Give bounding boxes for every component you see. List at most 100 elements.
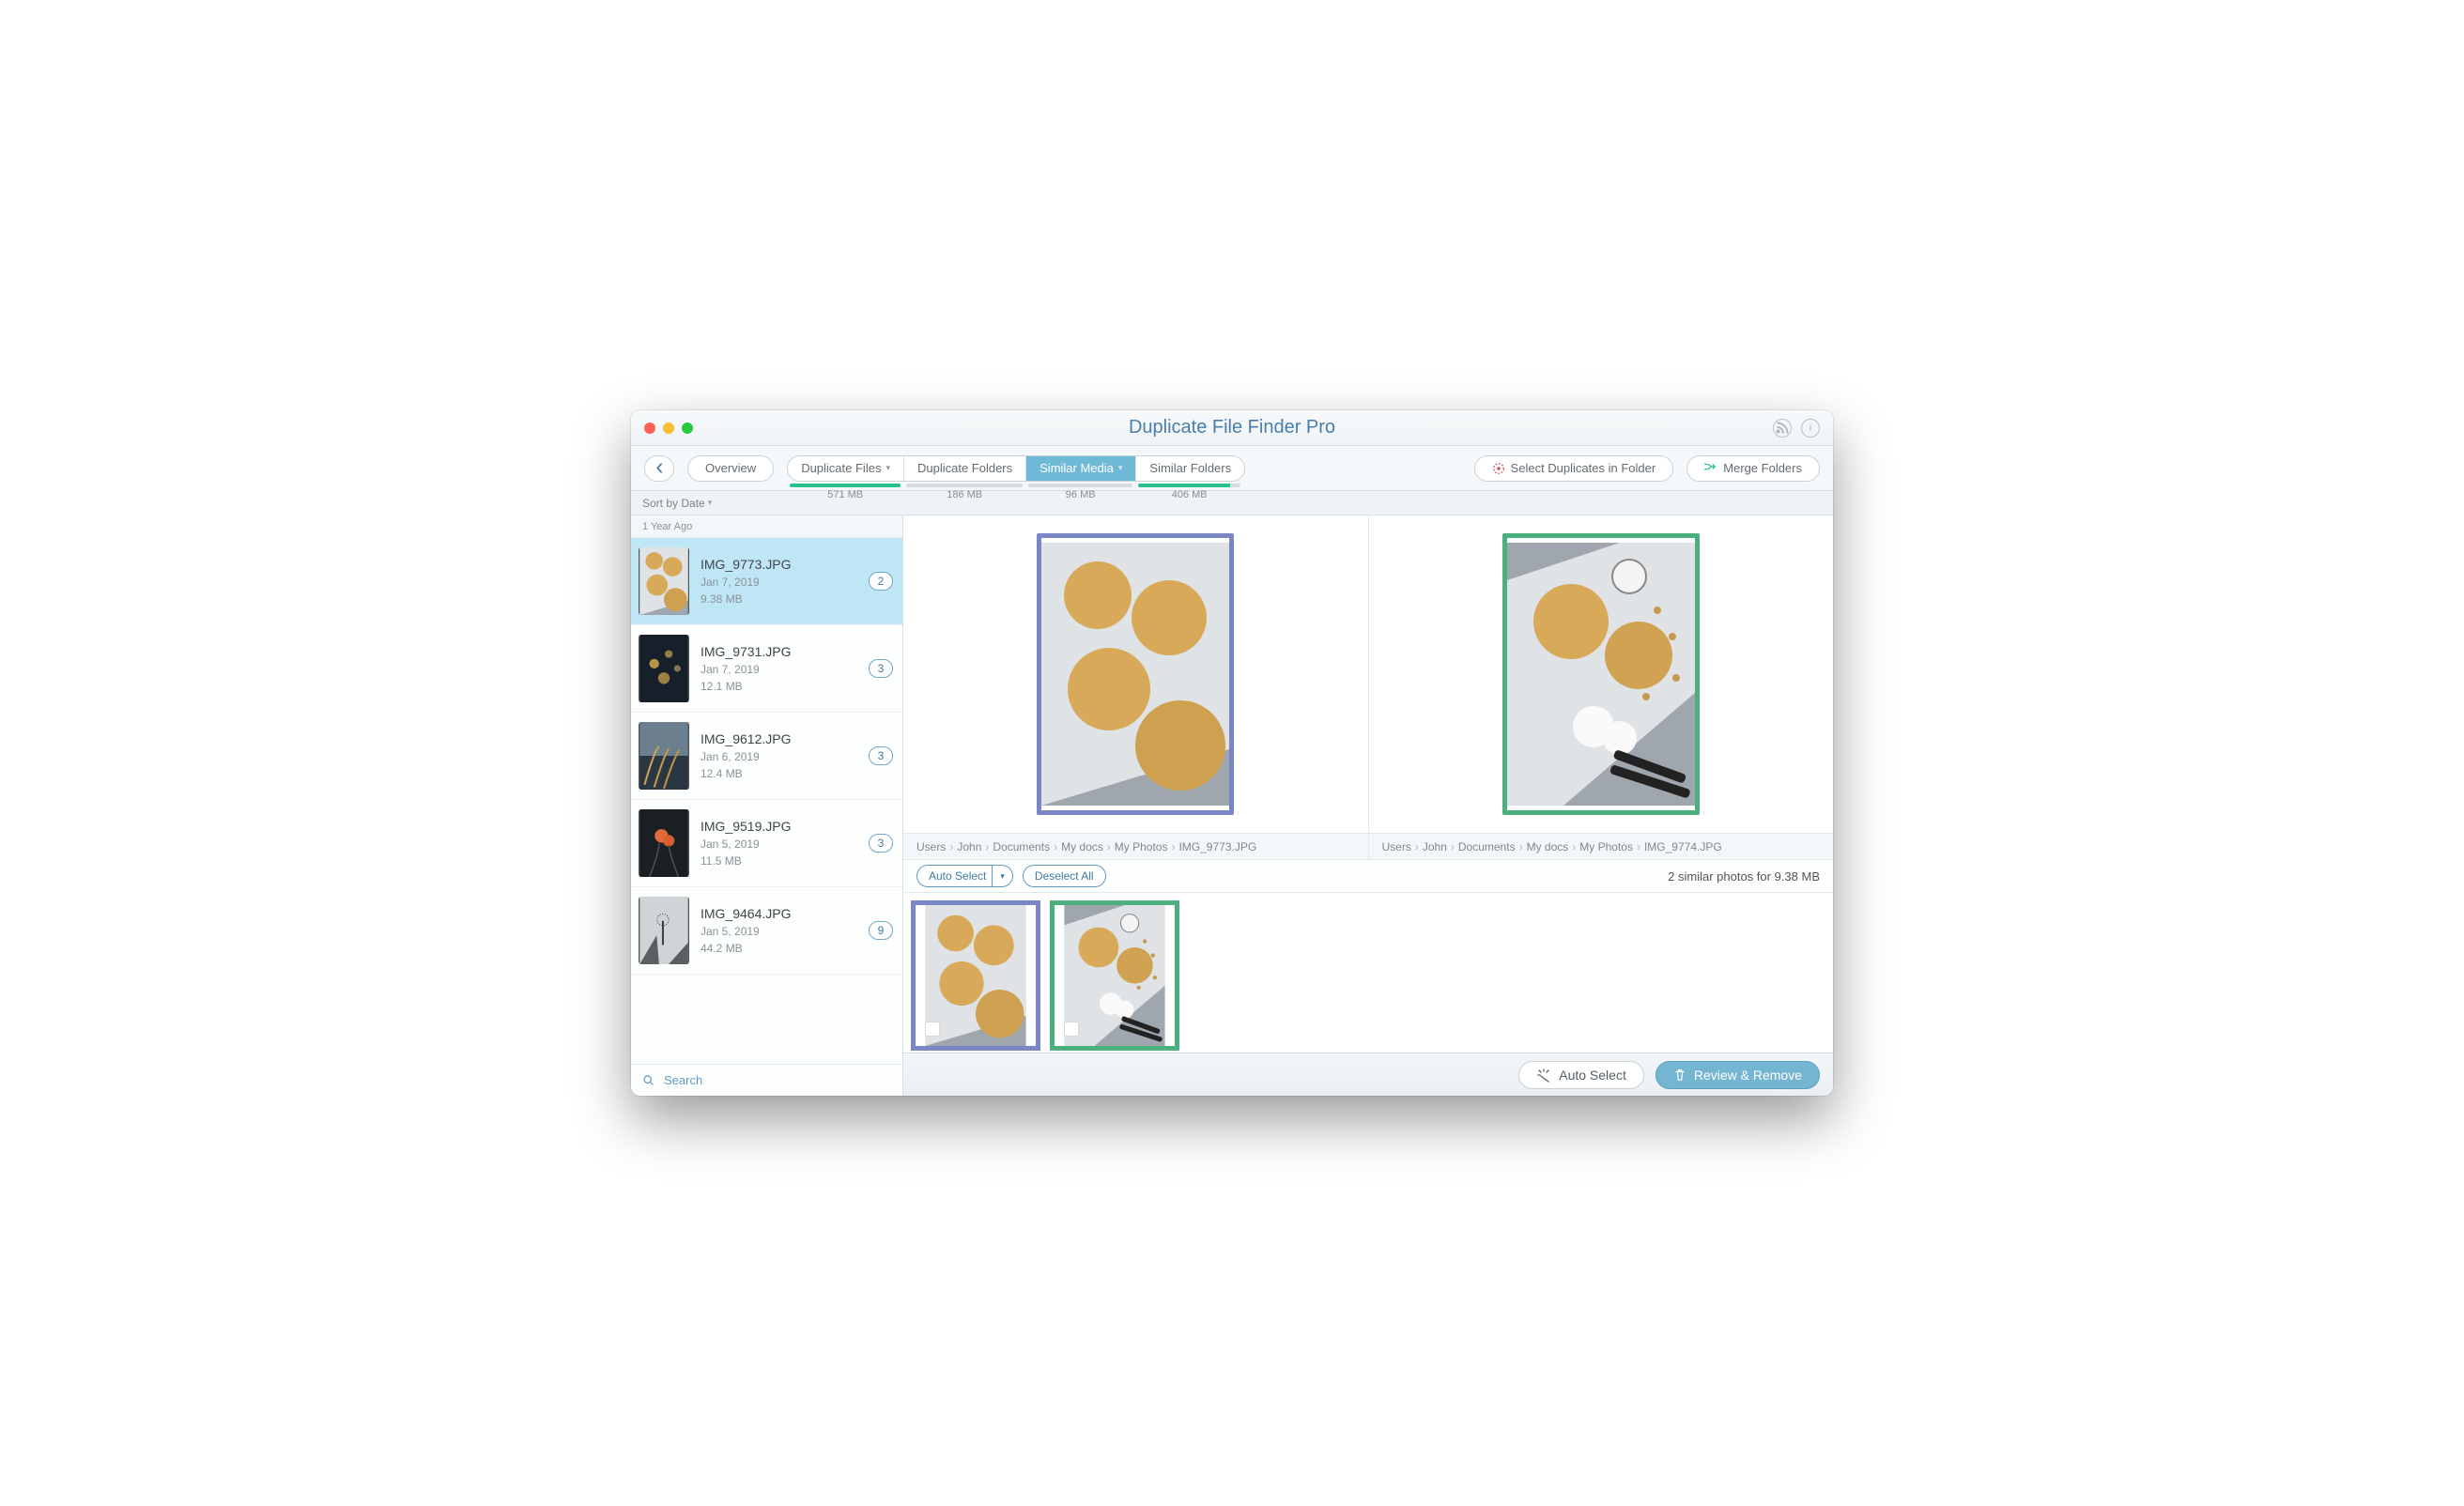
file-size: 9.38 MB xyxy=(701,592,857,606)
strip-thumb-1[interactable] xyxy=(911,900,1040,1051)
sidebar-thumb xyxy=(639,809,689,877)
crumb[interactable]: My Photos xyxy=(1579,840,1633,853)
segment-duplicate-files[interactable]: Duplicate Files▾ xyxy=(788,456,904,481)
auto-select-detail-label: Auto Select xyxy=(929,869,986,883)
info-icon[interactable]: i xyxy=(1801,419,1820,438)
duplicate-count-badge: 3 xyxy=(869,746,893,765)
rss-icon[interactable] xyxy=(1773,419,1792,438)
segment-size-0: 571 MB xyxy=(787,484,903,500)
app-window: Duplicate File Finder Pro i Overview Dup… xyxy=(631,410,1833,1096)
segment-similar-media[interactable]: Similar Media▾ xyxy=(1026,456,1136,481)
sidebar-item-1[interactable]: IMG_9731.JPG Jan 7, 2019 12.1 MB 3 xyxy=(631,625,902,713)
preview-pane-right: Users›John›Documents›My docs›My Photos›I… xyxy=(1369,515,1834,859)
file-date: Jan 6, 2019 xyxy=(701,750,857,763)
preview-row: Users›John›Documents›My docs›My Photos›I… xyxy=(903,515,1833,859)
file-size: 12.4 MB xyxy=(701,767,857,780)
chevron-down-icon: ▾ xyxy=(1118,463,1123,473)
auto-select-footer-label: Auto Select xyxy=(1559,1068,1626,1083)
segment-size-2: 96 MB xyxy=(1025,484,1135,500)
breadcrumb-right[interactable]: Users›John›Documents›My docs›My Photos›I… xyxy=(1369,833,1834,859)
select-duplicates-in-folder-button[interactable]: Select Duplicates in Folder xyxy=(1474,455,1674,482)
select-duplicates-label: Select Duplicates in Folder xyxy=(1511,461,1656,475)
similar-summary-label: 2 similar photos for 9.38 MB xyxy=(1668,869,1820,884)
auto-select-detail-button[interactable]: Auto Select ▾ xyxy=(916,865,1013,887)
review-remove-button[interactable]: Review & Remove xyxy=(1656,1061,1820,1089)
crumb[interactable]: My docs xyxy=(1061,840,1103,853)
sort-label: Sort by Date xyxy=(642,497,705,510)
sidebar: 1 Year Ago IMG_9773.JPG Jan 7, 2019 9.38 M… xyxy=(631,515,903,1096)
search-row[interactable]: Search xyxy=(631,1064,902,1096)
strip-thumb-2-checkbox[interactable] xyxy=(1064,1022,1079,1037)
segment-duplicate-folders[interactable]: Duplicate Folders xyxy=(904,456,1026,481)
back-button[interactable] xyxy=(644,455,674,482)
review-remove-label: Review & Remove xyxy=(1694,1068,1802,1083)
title-bar: Duplicate File Finder Pro i xyxy=(631,410,1833,446)
file-size: 12.1 MB xyxy=(701,680,857,693)
segment-size-3: 406 MB xyxy=(1135,484,1243,500)
duplicate-count-badge: 2 xyxy=(869,572,893,591)
sidebar-thumb xyxy=(639,547,689,615)
auto-select-dropdown[interactable]: ▾ xyxy=(992,866,1012,886)
file-date: Jan 7, 2019 xyxy=(701,663,857,676)
overview-button[interactable]: Overview xyxy=(687,455,774,482)
sidebar-thumb xyxy=(639,635,689,702)
thumbnail-strip xyxy=(903,893,1833,1053)
file-date: Jan 7, 2019 xyxy=(701,576,857,589)
crumb[interactable]: Documents xyxy=(1458,840,1516,853)
preview-image-right[interactable] xyxy=(1502,533,1700,815)
file-name: IMG_9464.JPG xyxy=(701,906,857,921)
file-name: IMG_9612.JPG xyxy=(701,731,857,746)
file-name: IMG_9731.JPG xyxy=(701,644,857,659)
search-label: Search xyxy=(664,1073,702,1087)
crumb[interactable]: My docs xyxy=(1527,840,1569,853)
crumb[interactable]: IMG_9773.JPG xyxy=(1178,840,1256,853)
strip-thumb-2[interactable] xyxy=(1050,900,1179,1051)
sidebar-thumb xyxy=(639,722,689,790)
duplicate-count-badge: 9 xyxy=(869,921,893,940)
crumb[interactable]: John xyxy=(957,840,981,853)
main-panel: Users›John›Documents›My docs›My Photos›I… xyxy=(903,515,1833,1096)
duplicate-count-badge: 3 xyxy=(869,659,893,678)
file-date: Jan 5, 2019 xyxy=(701,925,857,938)
sidebar-section-header: 1 Year Ago xyxy=(631,515,902,538)
auto-select-footer-button[interactable]: Auto Select xyxy=(1518,1061,1644,1089)
sidebar-item-4[interactable]: IMG_9464.JPG Jan 5, 2019 44.2 MB 9 xyxy=(631,887,902,975)
sidebar-item-3[interactable]: IMG_9519.JPG Jan 5, 2019 11.5 MB 3 xyxy=(631,800,902,887)
sidebar-list: IMG_9773.JPG Jan 7, 2019 9.38 MB 2 IMG_9731.… xyxy=(631,538,902,1064)
preview-image-left[interactable] xyxy=(1037,533,1234,815)
file-size: 11.5 MB xyxy=(701,854,857,868)
toolbar: Overview Duplicate Files▾Duplicate Folde… xyxy=(631,446,1833,491)
merge-folders-label: Merge Folders xyxy=(1723,461,1802,475)
crumb[interactable]: Users xyxy=(1382,840,1411,853)
deselect-all-button[interactable]: Deselect All xyxy=(1023,865,1106,887)
sidebar-item-2[interactable]: IMG_9612.JPG Jan 6, 2019 12.4 MB 3 xyxy=(631,713,902,800)
file-size: 44.2 MB xyxy=(701,942,857,955)
sidebar-item-0[interactable]: IMG_9773.JPG Jan 7, 2019 9.38 MB 2 xyxy=(631,538,902,625)
search-icon xyxy=(642,1074,654,1086)
segment-similar-folders[interactable]: Similar Folders xyxy=(1136,456,1244,481)
crumb[interactable]: Users xyxy=(916,840,946,853)
file-name: IMG_9773.JPG xyxy=(701,557,857,572)
chevron-down-icon: ▾ xyxy=(886,463,890,473)
crumb[interactable]: John xyxy=(1423,840,1447,853)
chevron-down-icon: ▾ xyxy=(708,498,713,508)
merge-icon xyxy=(1704,460,1717,476)
detail-action-bar: Auto Select ▾ Deselect All 2 similar pho… xyxy=(903,859,1833,893)
preview-pane-left: Users›John›Documents›My docs›My Photos›I… xyxy=(903,515,1369,859)
file-name: IMG_9519.JPG xyxy=(701,819,857,834)
duplicate-count-badge: 3 xyxy=(869,834,893,853)
crumb[interactable]: Documents xyxy=(993,840,1050,853)
strip-thumb-1-checkbox[interactable] xyxy=(925,1022,940,1037)
breadcrumb-left[interactable]: Users›John›Documents›My docs›My Photos›I… xyxy=(903,833,1368,859)
merge-folders-button[interactable]: Merge Folders xyxy=(1686,455,1820,482)
category-segment: Duplicate Files▾Duplicate FoldersSimilar… xyxy=(787,455,1245,482)
file-date: Jan 5, 2019 xyxy=(701,838,857,851)
sidebar-thumb xyxy=(639,897,689,964)
footer-bar: Auto Select Review & Remove xyxy=(903,1053,1833,1096)
wand-icon xyxy=(1536,1068,1551,1083)
crumb[interactable]: My Photos xyxy=(1115,840,1168,853)
window-title: Duplicate File Finder Pro xyxy=(631,417,1833,438)
trash-icon xyxy=(1673,1068,1686,1082)
crumb[interactable]: IMG_9774.JPG xyxy=(1644,840,1722,853)
segment-size-1: 186 MB xyxy=(903,484,1025,500)
